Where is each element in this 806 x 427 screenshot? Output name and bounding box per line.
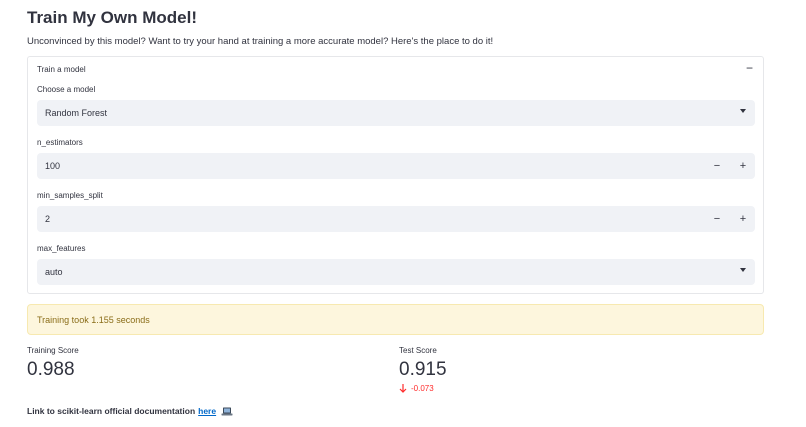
- min-samples-split-increment-button[interactable]: +: [733, 209, 753, 229]
- n-estimators-input[interactable]: 100 − +: [37, 153, 755, 179]
- test-score-delta: -0.073: [399, 384, 447, 393]
- documentation-prefix: Link to scikit-learn official documentat…: [27, 406, 196, 416]
- chevron-down-icon: [740, 109, 746, 113]
- collapse-icon[interactable]: −: [746, 61, 753, 75]
- max-features-select[interactable]: auto: [37, 259, 755, 285]
- test-score-label: Test Score: [399, 346, 437, 355]
- test-score-delta-value: -0.073: [411, 384, 434, 393]
- min-samples-split-decrement-button[interactable]: −: [707, 209, 727, 229]
- max-features-value: auto: [45, 267, 63, 277]
- model-select-label: Choose a model: [37, 85, 96, 94]
- n-estimators-decrement-button[interactable]: −: [707, 156, 727, 176]
- chevron-down-icon: [740, 268, 746, 272]
- min-samples-split-input[interactable]: 2 − +: [37, 206, 755, 232]
- n-estimators-label: n_estimators: [37, 138, 83, 147]
- page-title: Train My Own Model!: [27, 8, 198, 27]
- test-score-metric: Test Score 0.915 -0.073: [399, 346, 447, 393]
- min-samples-split-label: min_samples_split: [37, 191, 103, 200]
- training-score-metric: Training Score 0.988: [27, 346, 79, 381]
- training-score-value: 0.988: [27, 359, 75, 380]
- arrow-down-icon: [399, 384, 407, 393]
- model-select[interactable]: Random Forest: [37, 100, 755, 126]
- training-score-label: Training Score: [27, 346, 79, 355]
- documentation-line: Link to scikit-learn official documentat…: [27, 406, 233, 416]
- training-time-text: Training took 1.155 seconds: [37, 315, 150, 325]
- min-samples-split-value: 2: [45, 214, 51, 224]
- test-score-value: 0.915: [399, 359, 447, 380]
- model-select-value: Random Forest: [45, 108, 108, 118]
- laptop-icon: [221, 407, 233, 415]
- n-estimators-increment-button[interactable]: +: [733, 156, 753, 176]
- page-subtitle: Unconvinced by this model? Want to try y…: [27, 36, 494, 47]
- max-features-label: max_features: [37, 244, 86, 253]
- expander-header[interactable]: Train a model: [37, 65, 86, 74]
- training-time-alert: Training took 1.155 seconds: [27, 304, 764, 335]
- n-estimators-value: 100: [45, 161, 61, 171]
- documentation-link[interactable]: here: [198, 406, 216, 416]
- train-model-expander: Train a model − Choose a model Random Fo…: [27, 56, 764, 294]
